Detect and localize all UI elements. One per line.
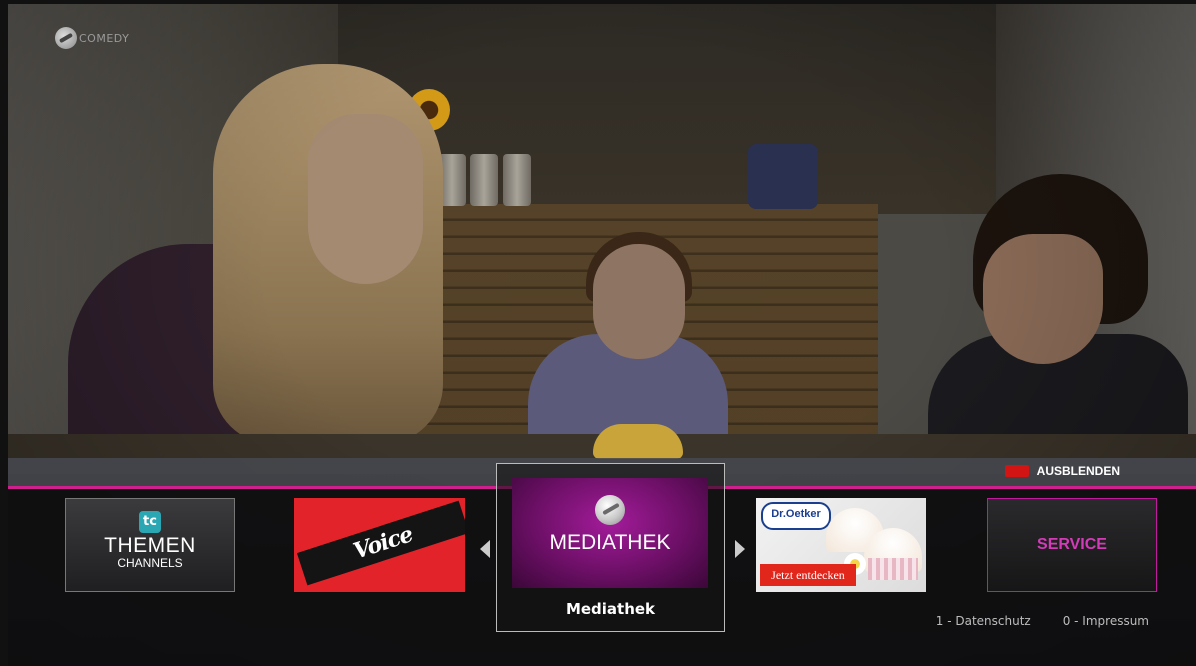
dr-oetker-ad-tile[interactable]: Dr.Oetker Jetzt entdecken <box>756 498 926 592</box>
themen-channels-icon: tc <box>139 511 161 533</box>
sat1-orb-icon <box>55 27 77 49</box>
tv-screen: COMEDY AUSBLENDEN tc THEMEN CHANNELS Voi… <box>0 0 1196 666</box>
dr-oetker-logo: Dr.Oetker <box>761 502 831 530</box>
focused-tile-caption: Mediathek <box>565 600 656 618</box>
themen-channels-tile[interactable]: tc THEMEN CHANNELS <box>65 498 235 592</box>
themen-title: THEMEN <box>104 534 196 557</box>
carousel-right-arrow-icon[interactable] <box>735 540 745 558</box>
jetzt-entdecken-label: Jetzt entdecken <box>760 564 856 586</box>
imprint-link[interactable]: 0 - Impressum <box>1063 614 1149 628</box>
footer-links: 1 - Datenschutz 0 - Impressum <box>936 614 1149 628</box>
voice-of-germany-tile[interactable]: Voice <box>294 498 465 592</box>
red-key-icon <box>1004 465 1029 477</box>
privacy-link[interactable]: 1 - Datenschutz <box>936 614 1031 628</box>
mediathek-tile[interactable]: MEDIATHEK <box>512 478 708 588</box>
channel-logo: COMEDY <box>55 26 129 50</box>
sat1-orb-icon <box>595 495 625 525</box>
mediathek-label: MEDIATHEK <box>549 531 671 554</box>
hide-overlay-button[interactable]: AUSBLENDEN <box>1004 464 1120 478</box>
service-label: SERVICE <box>1037 536 1107 553</box>
carousel-left-arrow-icon[interactable] <box>480 540 490 558</box>
red-button-overlay: AUSBLENDEN tc THEMEN CHANNELS Voice MEDI… <box>8 458 1196 666</box>
themen-subtitle: CHANNELS <box>117 556 183 570</box>
voice-of-germany-logo: Voice <box>296 500 465 586</box>
hide-overlay-label: AUSBLENDEN <box>1036 464 1120 478</box>
channel-logo-text: COMEDY <box>79 31 130 45</box>
service-tile[interactable]: SERVICE <box>987 498 1157 592</box>
